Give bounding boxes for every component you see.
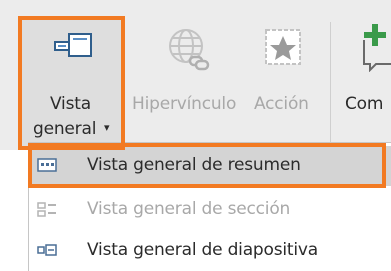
- group-separator: [330, 22, 331, 144]
- comentario-button[interactable]: Com: [336, 18, 391, 146]
- highlight-frame-vista-general: [18, 16, 125, 150]
- new-comment-icon: [363, 24, 391, 72]
- menu-item-vista-general-seccion[interactable]: Vista general de sección: [29, 190, 391, 230]
- globe-link-icon: [169, 29, 210, 71]
- section-zoom-icon: [37, 202, 56, 217]
- hipervinculo-button[interactable]: Hipervínculo: [128, 18, 246, 146]
- menu-item-label: Vista general de sección: [87, 199, 291, 219]
- star-action-icon: [265, 29, 301, 65]
- highlight-frame-menu-item: [28, 143, 386, 188]
- menu-item-vista-general-diapositiva[interactable]: Vista general de diapositiva: [29, 231, 391, 271]
- menu-item-label: Vista general de diapositiva: [87, 240, 318, 260]
- hipervinculo-label: Hipervínculo: [132, 94, 237, 114]
- slide-zoom-icon: [37, 244, 57, 256]
- accion-label: Acción: [254, 94, 309, 114]
- comentario-label: Com: [345, 94, 384, 114]
- accion-button[interactable]: Acción: [248, 18, 318, 146]
